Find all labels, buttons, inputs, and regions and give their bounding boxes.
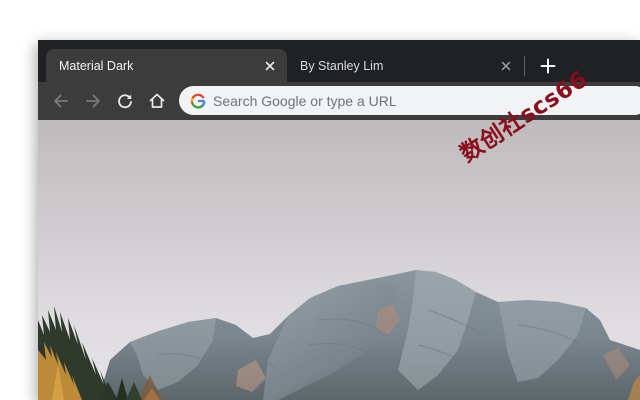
close-icon[interactable] — [499, 59, 513, 73]
forward-arrow-icon[interactable] — [83, 91, 103, 111]
tab-material-dark[interactable]: Material Dark — [46, 49, 287, 82]
tab-separator — [524, 56, 525, 76]
tab-title: By Stanley Lim — [300, 58, 384, 73]
mountain-landscape-image — [38, 120, 640, 400]
close-icon[interactable] — [263, 59, 277, 73]
back-arrow-icon[interactable] — [51, 91, 71, 111]
google-g-icon — [190, 93, 206, 109]
new-tab-background — [38, 120, 640, 400]
home-icon[interactable] — [147, 91, 167, 111]
tab-stanley-lim[interactable]: By Stanley Lim — [287, 49, 523, 82]
reload-icon[interactable] — [115, 91, 135, 111]
tab-title: Material Dark — [59, 58, 134, 73]
omnibox-placeholder: Search Google or type a URL — [213, 92, 397, 109]
